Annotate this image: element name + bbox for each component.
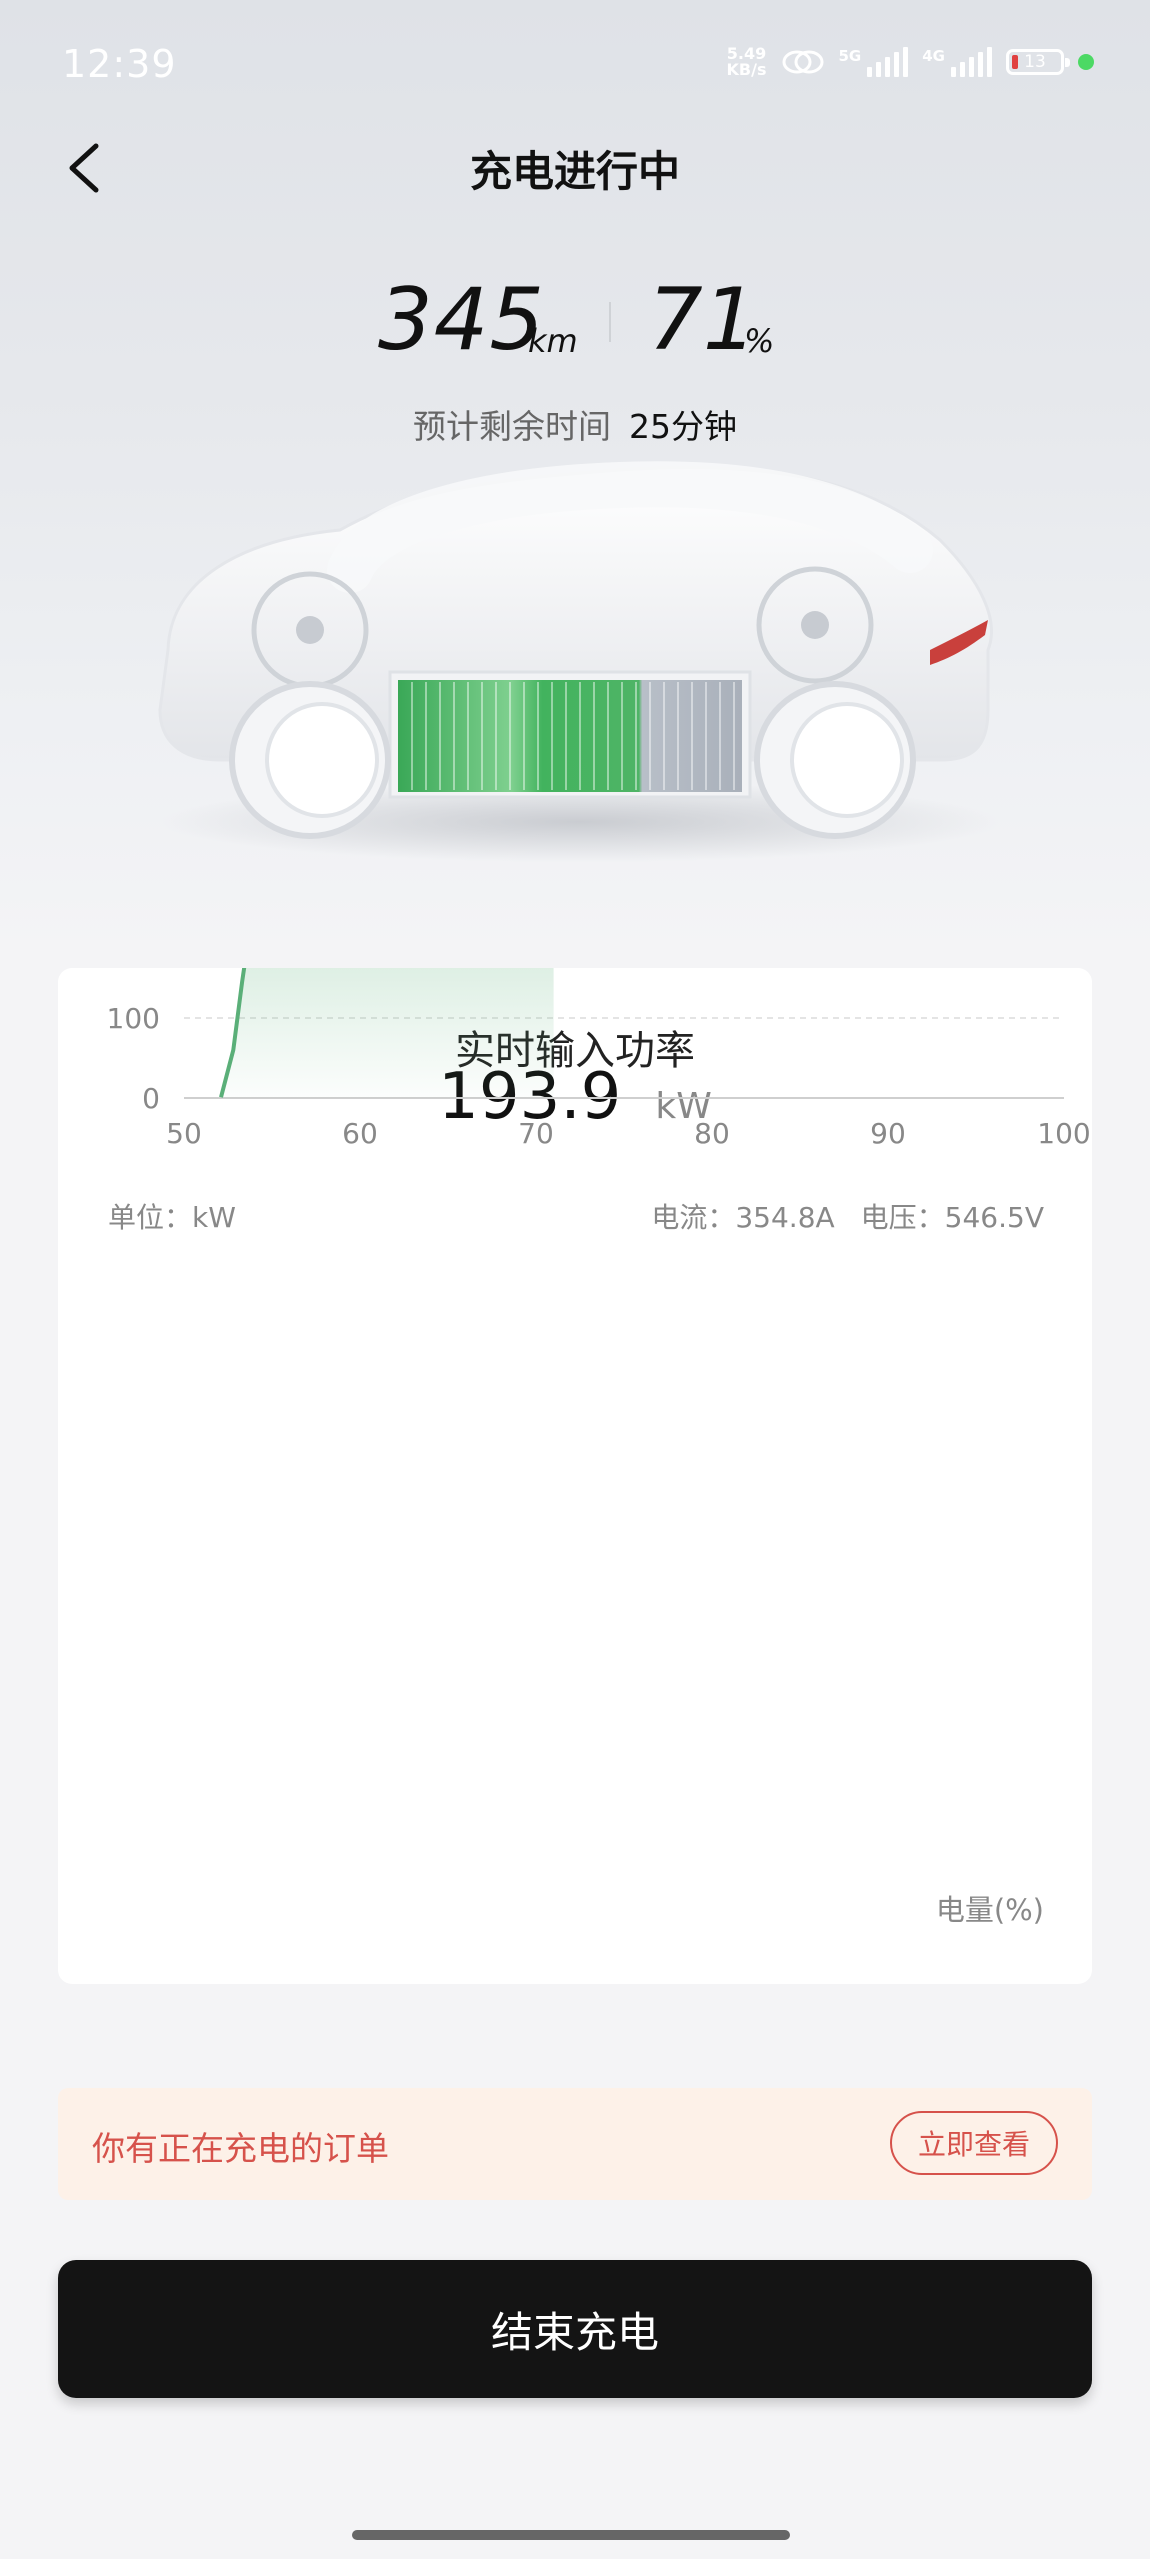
signal-5g-icon: 5G <box>839 47 909 77</box>
order-message: 你有正在充电的订单 <box>92 2129 389 2168</box>
x-axis-label: 电量(%) <box>935 1893 1044 1927</box>
back-button[interactable] <box>62 138 112 198</box>
end-charging-button[interactable]: 结束充电 <box>58 2260 1092 2398</box>
remaining-time: 预计剩余时间 25分钟 <box>0 400 1150 448</box>
stats-divider <box>609 302 611 342</box>
power-chart: 01002003004005060708090100MAX: 236.8kW <box>107 968 1091 1150</box>
status-icons: 5.49 KB/s 5G 4G 13 <box>727 46 1094 78</box>
home-indicator <box>352 2530 790 2540</box>
view-order-button[interactable]: 立即查看 <box>890 2111 1058 2175</box>
soc-value: 71 <box>648 270 758 370</box>
y-tick-label: 0 <box>142 1082 160 1115</box>
page-title: 充电进行中 <box>469 147 680 196</box>
range-unit: km <box>528 322 578 360</box>
power-area <box>220 968 554 1098</box>
power-card: 实时输入功率 193.9kW 单位：kW 电流：354.8A电压：546.5V … <box>58 968 1092 1984</box>
net-speed: 5.49 KB/s <box>726 44 767 79</box>
charging-order-banner: 你有正在充电的订单 立即查看 <box>58 2088 1092 2200</box>
charge-stats: 345 km 71 % <box>0 270 1150 380</box>
car-battery-illustration <box>158 461 1000 862</box>
remaining-time-value: 25分钟 <box>629 407 737 446</box>
x-tick-label: 90 <box>870 1117 906 1150</box>
chevron-left-icon <box>69 143 99 193</box>
x-tick-label: 70 <box>518 1117 554 1150</box>
x-tick-label: 60 <box>342 1117 378 1150</box>
hd-link-icon <box>782 50 823 74</box>
range-value: 345 <box>378 270 546 370</box>
battery-icon: 13 <box>1006 49 1070 75</box>
privacy-dot-icon <box>1078 54 1094 70</box>
soc-unit: % <box>744 322 775 360</box>
x-tick-label: 50 <box>166 1117 202 1150</box>
signal-4g-icon: 4G <box>922 47 992 77</box>
y-tick-label: 100 <box>107 1002 160 1035</box>
x-tick-label: 80 <box>694 1117 730 1150</box>
x-tick-label: 100 <box>1037 1117 1090 1150</box>
status-time: 12:39 <box>62 42 177 86</box>
status-bar: 12:39 5.49 KB/s 5G 4G 13 <box>0 0 1150 135</box>
remaining-time-label: 预计剩余时间 <box>413 407 611 446</box>
